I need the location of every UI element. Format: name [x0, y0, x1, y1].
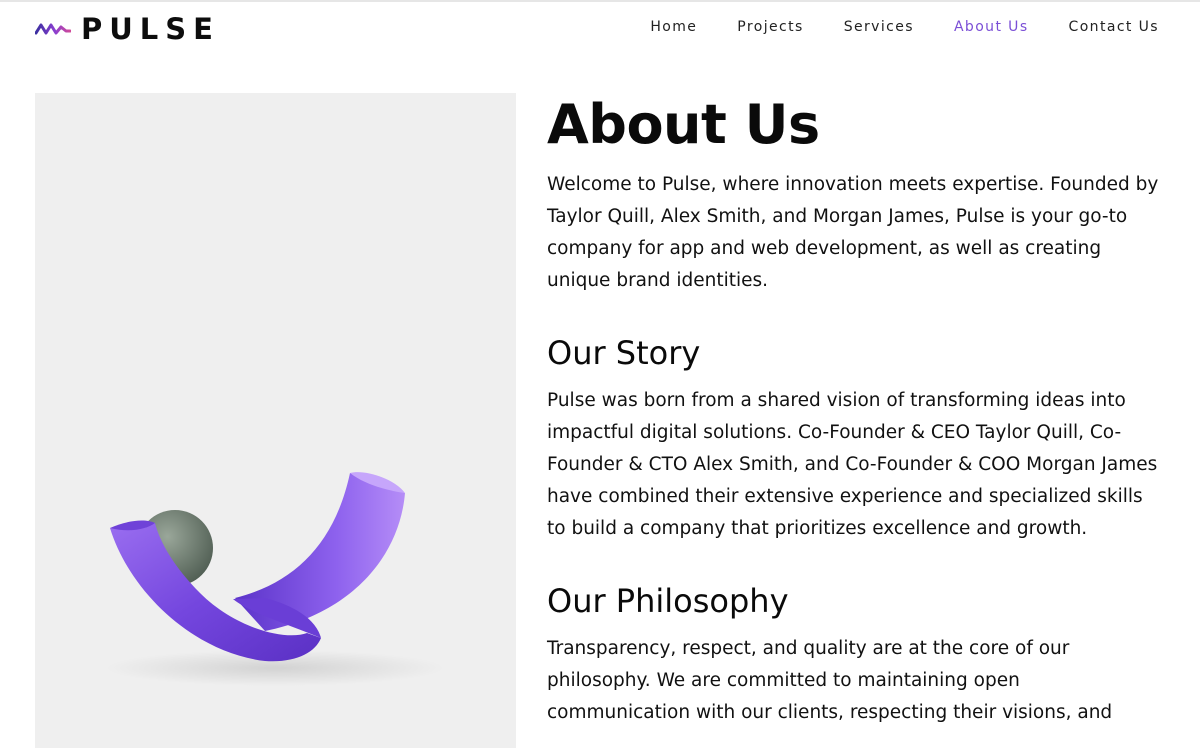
site-header: PULSE Home Projects Services About Us Co… [0, 0, 1200, 60]
our-philosophy-heading: Our Philosophy [547, 582, 789, 620]
nav-about-us[interactable]: About Us [954, 19, 1029, 35]
abstract-3d-shape-illustration [105, 472, 445, 686]
hero-image [35, 93, 516, 748]
nav-home[interactable]: Home [650, 19, 697, 35]
main-nav: Home Projects Services About Us Contact … [650, 19, 1159, 35]
our-story-heading: Our Story [547, 334, 701, 372]
logo-text: PULSE [81, 12, 220, 46]
about-content: About Us Welcome to Pulse, where innovat… [547, 93, 1167, 729]
nav-contact-us[interactable]: Contact Us [1069, 19, 1159, 35]
nav-services[interactable]: Services [844, 19, 914, 35]
logo-link[interactable]: PULSE [35, 12, 220, 46]
page-title: About Us [547, 93, 820, 156]
our-philosophy-text: Transparency, respect, and quality are a… [547, 638, 1113, 723]
nav-projects[interactable]: Projects [737, 19, 803, 35]
our-story-text: Pulse was born from a shared vision of t… [547, 390, 1158, 539]
pulse-wave-icon [35, 23, 71, 35]
intro-text: Welcome to Pulse, where innovation meets… [547, 174, 1159, 291]
